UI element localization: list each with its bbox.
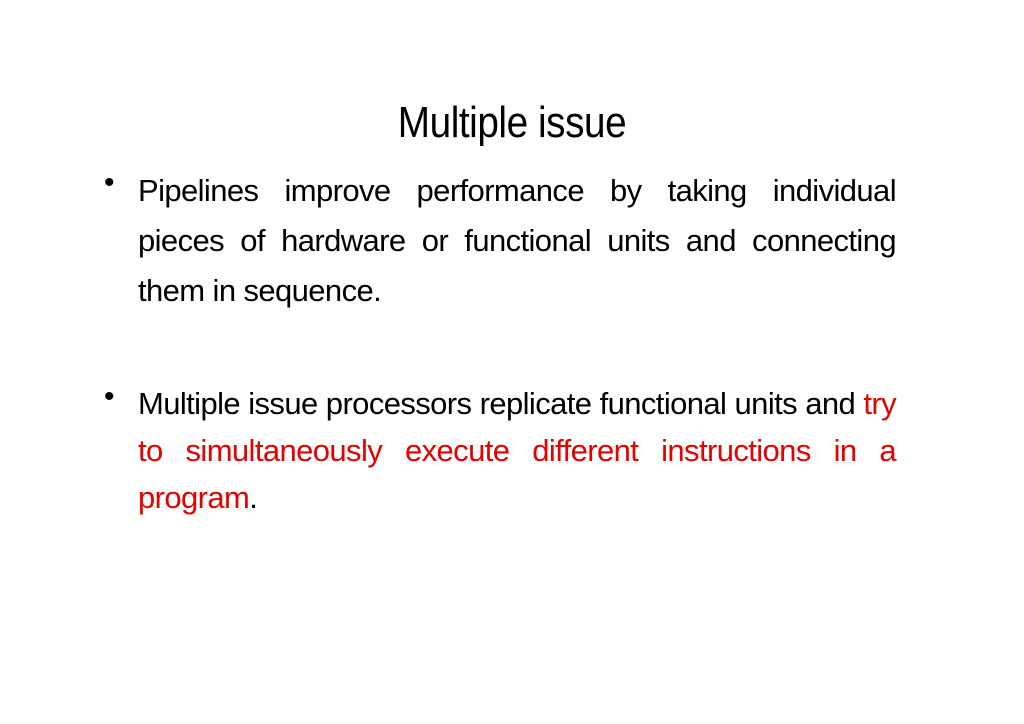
bullet-item: • Multiple issue processors replicate fu… (104, 380, 897, 521)
bullet-item: • Pipelines improve performance by takin… (104, 166, 897, 316)
bullet-dot-icon: • (104, 380, 115, 413)
bullet-dot-icon: • (104, 166, 115, 199)
bullet-text-plain: Multiple issue processors replicate func… (138, 386, 864, 421)
bullet-text-end: . (249, 480, 258, 515)
bullet-text: Pipelines improve performance by taking … (138, 173, 897, 308)
slide-title: Multiple issue (397, 98, 627, 147)
bullet-text: Multiple issue processors replicate func… (138, 380, 897, 521)
